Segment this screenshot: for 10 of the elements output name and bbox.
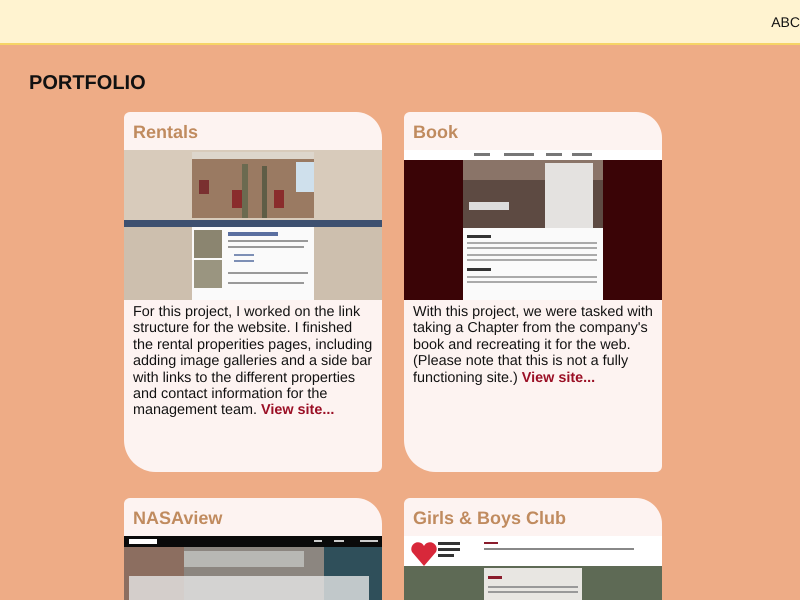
project-title: Book xyxy=(412,121,459,144)
project-title: Girls & Boys Club xyxy=(412,507,568,530)
view-site-link[interactable]: View site... xyxy=(522,370,596,386)
view-site-link[interactable]: View site... xyxy=(261,402,334,418)
project-title: NASAview xyxy=(132,507,224,530)
project-description: With this project, we were tasked with taking a Chapter from the company's book and recreating it for the web. (Please note that this is not a fully functioning site.) View site... xyxy=(412,303,654,386)
project-description: For this project, I worked on the link structure for the website. I finished the rental properities pages, including adding image galleries and a side bar with links to the different properties and contact information for the management team. View site... xyxy=(132,303,374,419)
nav-link[interactable]: ABC xyxy=(771,13,800,30)
project-title: Rentals xyxy=(132,121,200,144)
page-title: PORTFOLIO xyxy=(28,71,147,95)
